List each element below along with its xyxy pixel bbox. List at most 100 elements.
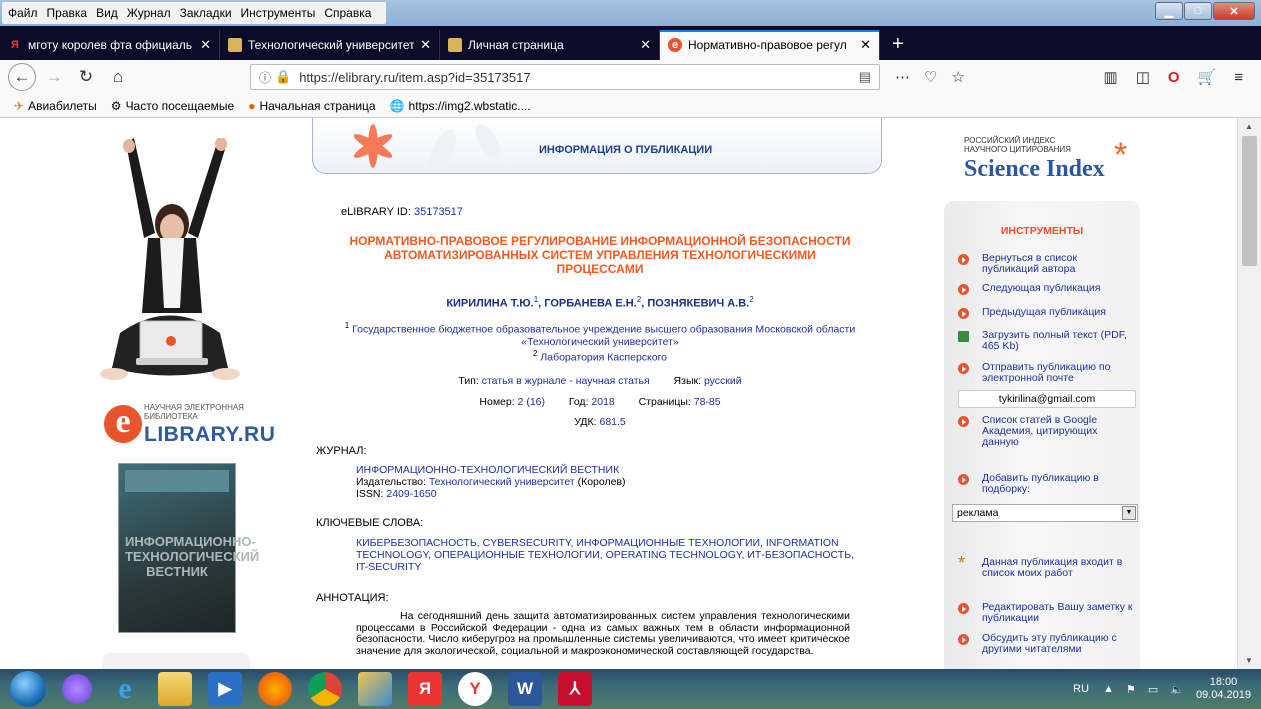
affiliation-1[interactable]: Государственное бюджетное образовательно… [352, 324, 855, 348]
menu-tools[interactable]: Инструменты [241, 6, 316, 20]
publisher-link[interactable]: Технологический университет [429, 476, 575, 488]
address-bar[interactable]: ⓘ 🔒 https://elibrary.ru/item.asp?id=3517… [250, 64, 880, 90]
volume-icon[interactable]: 🔈 [1170, 683, 1184, 696]
collection-select[interactable]: реклама ▼ [952, 504, 1138, 522]
tab-1[interactable]: Я мготу королев фта официаль ✕ [0, 30, 220, 60]
close-tab-icon[interactable]: ✕ [860, 37, 871, 53]
forward-button[interactable]: → [40, 63, 68, 91]
page-scrollbar[interactable]: ▲ ▼ [1237, 118, 1261, 669]
tab-2[interactable]: Технологический университет ✕ [220, 30, 440, 60]
cart-icon[interactable]: 🛒 [1198, 68, 1217, 86]
affiliation-2[interactable]: Лаборатория Касперского [540, 351, 667, 363]
back-button[interactable]: ← [8, 63, 36, 91]
tab-3[interactable]: Личная страница ✕ [440, 30, 660, 60]
elibrary-logo[interactable]: e НАУЧНАЯ ЭЛЕКТРОННАЯ БИБЛИОТЕКА LIBRARY… [104, 393, 275, 446]
menu-bookmarks[interactable]: Закладки [180, 6, 232, 20]
author-link[interactable]: ПОЗНЯКЕВИЧ А.В. [647, 298, 749, 310]
add-to-collection[interactable]: Добавить публикацию в подборку: [958, 473, 1136, 495]
yandex-browser-icon[interactable]: Я [408, 672, 442, 706]
science-index-logo[interactable]: РОССИЙСКИЙ ИНДЕКС НАУЧНОГО ЦИТИРОВАНИЯ S… [964, 136, 1144, 186]
scroll-down-icon[interactable]: ▼ [1245, 656, 1253, 665]
firefox-icon[interactable] [258, 672, 292, 706]
close-tab-icon[interactable]: ✕ [640, 37, 651, 53]
discuss-publication[interactable]: Обсудить эту публикацию с другими читате… [958, 633, 1136, 655]
chrome-icon[interactable] [308, 672, 342, 706]
elibrary-id-link[interactable]: 35173517 [414, 206, 463, 218]
tab-4-active[interactable]: e Нормативно-правовое регул ✕ [660, 30, 880, 60]
download-full-text[interactable]: Загрузить полный текст (PDF, 465 Kb) [958, 330, 1136, 352]
my-works-item[interactable]: * Данная публикация входит в список моих… [958, 554, 1136, 579]
bookmark-wbstatic[interactable]: 🌐 https://img2.wbstatic.... [390, 99, 531, 113]
close-tab-icon[interactable]: ✕ [420, 37, 431, 53]
url-text[interactable]: https://elibrary.ru/item.asp?id=35173517 [299, 70, 859, 85]
google-scholar-citations[interactable]: Список статей в Google Академия, цитирую… [958, 415, 1136, 448]
scroll-up-icon[interactable]: ▲ [1245, 122, 1253, 131]
close-window-button[interactable]: ✕ [1213, 2, 1255, 20]
dropdown-arrow-icon[interactable]: ▼ [1122, 506, 1136, 520]
number-label: Номер: [479, 396, 515, 408]
bookmark-aviabilety[interactable]: ✈ Авиабилеты [14, 99, 97, 113]
minimize-button[interactable]: ▁ [1155, 2, 1183, 20]
bookmark-label: Авиабилеты [28, 98, 97, 113]
year-link[interactable]: 2018 [591, 396, 614, 408]
abstract-heading: АННОТАЦИЯ: [316, 592, 389, 604]
edit-note[interactable]: Редактировать Вашу заметку к публикации [958, 602, 1136, 624]
more-actions-icon[interactable]: ⋯ [895, 68, 910, 86]
info-icon[interactable]: ⓘ [259, 69, 271, 86]
left-bottom-panel [102, 653, 250, 669]
file-explorer-icon[interactable] [158, 672, 192, 706]
flag-icon[interactable]: ⚑ [1126, 683, 1136, 696]
sidebar-icon[interactable]: ◫ [1136, 68, 1150, 86]
new-tab-button[interactable]: + [880, 30, 916, 60]
tool-label: Обсудить эту публикацию с другими читате… [982, 632, 1117, 655]
hamburger-menu-icon[interactable]: ≡ [1234, 69, 1243, 86]
back-to-author-list[interactable]: Вернуться в список публикаций автора [958, 253, 1136, 275]
number-link[interactable]: 2 (16) [518, 396, 545, 408]
clock[interactable]: 18:00 09.04.2019 [1196, 676, 1251, 702]
menu-view[interactable]: Вид [96, 6, 118, 20]
journal-name-link[interactable]: ИНФОРМАЦИОННО-ТЕХНОЛОГИЧЕСКИЙ ВЕСТНИК [356, 464, 619, 476]
author-link[interactable]: ГОРБАНЕВА Е.Н. [544, 298, 637, 310]
network-icon[interactable]: ▭ [1148, 683, 1158, 696]
internet-explorer-icon[interactable]: e [108, 672, 142, 706]
lock-icon: 🔒 [275, 69, 292, 84]
pocket-icon[interactable]: ♡ [924, 68, 937, 86]
email-input[interactable]: tykirilina@gmail.com [958, 390, 1136, 408]
keywords-list[interactable]: КИБЕРБЕЗОПАСНОСТЬ, CYBERSECURITY, ИНФОРМ… [356, 537, 856, 573]
meta-udk: УДК: 681.5 [340, 416, 860, 428]
bookmark-star-icon[interactable]: ☆ [951, 68, 964, 86]
close-tab-icon[interactable]: ✕ [200, 37, 211, 53]
reader-mode-icon[interactable]: ▤ [859, 69, 871, 85]
send-by-email[interactable]: Отправить публикацию по электронной почт… [958, 362, 1136, 384]
maximize-button[interactable]: □ [1184, 2, 1212, 20]
previous-publication[interactable]: Предыдущая публикация [958, 307, 1136, 319]
menu-help[interactable]: Справка [324, 6, 371, 20]
menu-file[interactable]: Файл [8, 6, 38, 20]
next-publication[interactable]: Следующая публикация [958, 283, 1136, 295]
udk-value: 681.5 [599, 416, 626, 428]
bookmark-most-visited[interactable]: ⚙ Часто посещаемые [111, 99, 234, 113]
opera-icon[interactable]: O [1168, 69, 1180, 86]
arrow-circle-icon [958, 254, 969, 265]
journal-cover-image[interactable]: ИНФОРМАЦИОННО-ТЕХНОЛОГИЧЕСКИЙ ВЕСТНИК [118, 463, 259, 633]
library-icon[interactable]: ▥ [1104, 68, 1118, 86]
elibrary-id: eLIBRARY ID: 35173517 [341, 206, 463, 218]
author-link[interactable]: КИРИЛИНА Т.Ю. [446, 298, 533, 310]
language-indicator[interactable]: RU [1073, 683, 1089, 695]
start-button[interactable] [10, 671, 46, 707]
yandex-y-icon[interactable]: Y [458, 672, 492, 706]
media-player-icon[interactable]: ▶ [208, 672, 242, 706]
home-button[interactable]: ⌂ [104, 63, 132, 91]
scrollbar-thumb[interactable] [1242, 136, 1257, 266]
paint-icon[interactable] [358, 672, 392, 706]
word-icon[interactable]: W [508, 672, 542, 706]
bookmarks-bar: ✈ Авиабилеты ⚙ Часто посещаемые ● Началь… [0, 94, 1261, 118]
alice-icon[interactable] [62, 674, 92, 704]
menu-edit[interactable]: Правка [47, 6, 88, 20]
bookmark-start-page[interactable]: ● Начальная страница [248, 99, 375, 113]
menu-history[interactable]: Журнал [127, 6, 171, 20]
bookmark-label: Часто посещаемые [125, 98, 235, 113]
reload-button[interactable]: ↻ [72, 63, 100, 91]
tray-expand-icon[interactable]: ▲ [1103, 683, 1114, 695]
acrobat-icon[interactable]: ⅄ [558, 672, 592, 706]
